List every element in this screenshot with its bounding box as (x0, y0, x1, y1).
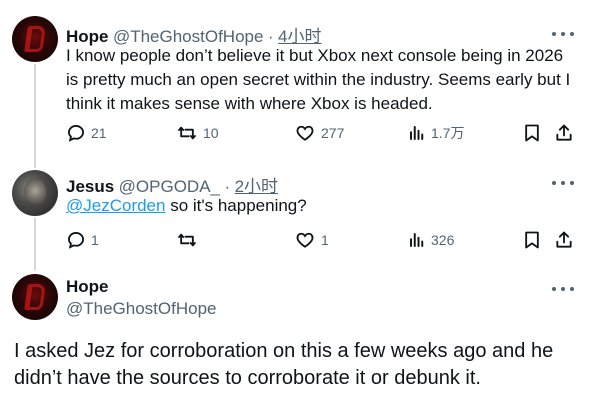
views-icon (408, 123, 426, 143)
views-count: 1.7万 (431, 125, 465, 141)
more-icon[interactable] (552, 283, 574, 295)
more-icon[interactable] (552, 28, 574, 40)
retweet-count: 10 (203, 125, 219, 141)
share-icon (554, 229, 574, 251)
like-button[interactable]: 1 (294, 229, 329, 251)
mention-link[interactable]: @JezCorden (66, 196, 165, 215)
avatar[interactable] (12, 274, 58, 320)
action-bar: 1 1 326 (60, 229, 580, 251)
reply-button[interactable]: 1 (66, 229, 99, 251)
like-button[interactable]: 277 (294, 122, 344, 144)
reply-button[interactable]: 21 (66, 122, 107, 144)
main-author-handle-row: @TheGhostOfHope (66, 299, 217, 319)
bookmark-icon (522, 122, 542, 144)
tweet-text: I know people don’t believe it but Xbox … (66, 46, 571, 113)
thread-line (34, 64, 36, 168)
reply-icon (66, 123, 86, 143)
more-icon[interactable] (552, 177, 574, 189)
share-button[interactable] (554, 229, 574, 251)
share-button[interactable] (554, 122, 574, 144)
bookmark-icon (522, 229, 542, 251)
avatar[interactable] (12, 16, 58, 62)
bookmark-button[interactable] (522, 122, 542, 144)
like-count: 277 (321, 125, 345, 141)
main-tweet-text: I asked Jez for corroboration on this a … (14, 340, 554, 389)
like-icon (294, 123, 316, 143)
retweet-button[interactable] (176, 229, 198, 251)
share-icon (554, 122, 574, 144)
views-button[interactable]: 1.7万 (408, 122, 464, 144)
tweet-text-rest: so it's happening? (165, 196, 307, 215)
action-bar: 21 10 277 1.7万 (60, 122, 580, 144)
author-name[interactable]: Hope (66, 277, 109, 296)
views-button[interactable]: 326 (408, 229, 454, 251)
author-handle[interactable]: @TheGhostOfHope (66, 299, 217, 318)
like-count: 1 (321, 232, 329, 248)
thread-line (34, 218, 36, 270)
reply-count: 1 (91, 232, 99, 248)
like-icon (294, 230, 316, 250)
retweet-button[interactable]: 10 (176, 122, 219, 144)
retweet-icon (176, 123, 198, 143)
retweet-icon (176, 230, 198, 250)
views-icon (408, 230, 426, 250)
bookmark-button[interactable] (522, 229, 542, 251)
views-count: 326 (431, 232, 455, 248)
reply-count: 21 (91, 125, 107, 141)
avatar[interactable] (12, 170, 58, 216)
tweet-text: @JezCorden so it's happening? (66, 194, 576, 218)
reply-icon (66, 230, 86, 250)
main-author-name[interactable]: Hope (66, 277, 109, 297)
